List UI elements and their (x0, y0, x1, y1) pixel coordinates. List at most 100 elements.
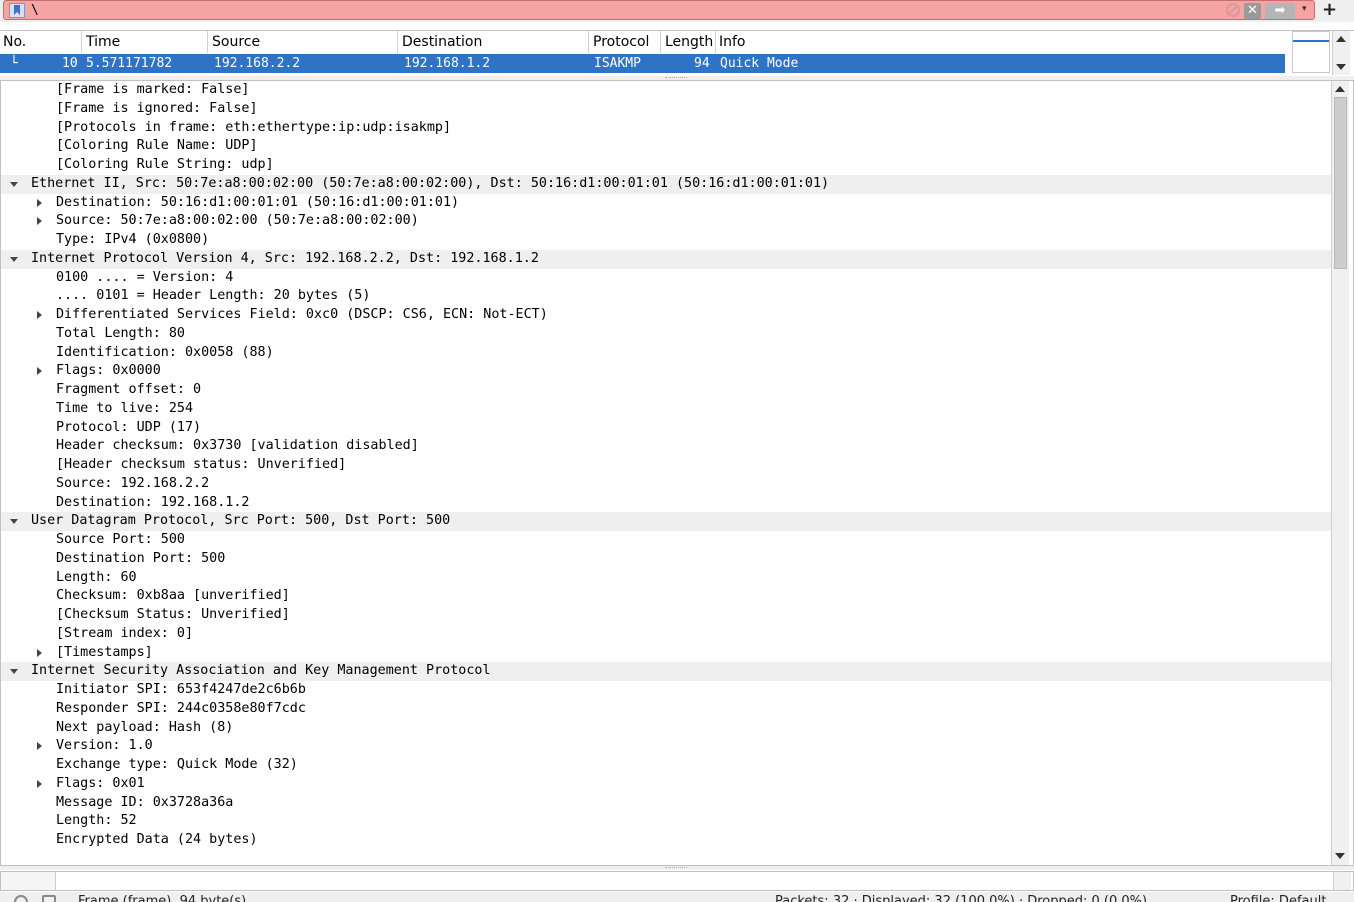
tree-protocol-header[interactable]: User Datagram Protocol, Src Port: 500, D… (1, 512, 1331, 531)
collapsed-arrow-icon[interactable] (34, 362, 44, 381)
collapsed-arrow-icon[interactable] (34, 306, 44, 325)
filter-history-dropdown-icon[interactable]: ▾ (1302, 4, 1307, 14)
scroll-up-icon[interactable] (1335, 86, 1345, 92)
status-profile[interactable]: Profile: Default (1230, 894, 1326, 902)
tree-field-row[interactable]: Version: 1.0 (1, 737, 1331, 756)
tree-field-row[interactable]: Identification: 0x0058 (88) (1, 344, 1331, 363)
collapsed-arrow-icon[interactable] (34, 775, 44, 794)
tree-field-row[interactable]: Source: 192.168.2.2 (1, 475, 1331, 494)
tree-row-text: Length: 60 (56, 569, 137, 585)
filter-bookmark-icon[interactable] (9, 3, 25, 18)
tree-row-text: Source Port: 500 (56, 532, 185, 547)
tree-field-row[interactable]: Source: 50:7e:a8:00:02:00 (50:7e:a8:00:0… (1, 212, 1331, 231)
tree-protocol-header[interactable]: Ethernet II, Src: 50:7e:a8:00:02:00 (50:… (1, 174, 1331, 194)
tree-field-row[interactable]: Destination Port: 500 (1, 550, 1331, 569)
details-scroll-thumb[interactable] (1334, 97, 1347, 269)
tree-field-row[interactable]: Differentiated Services Field: 0xc0 (DSC… (1, 306, 1331, 325)
tree-field-row[interactable]: [Stream index: 0] (1, 625, 1331, 644)
bytes-scrollbar[interactable] (1333, 872, 1351, 890)
column-header-info[interactable]: Info (716, 31, 1290, 53)
tree-field-row[interactable]: [Frame is marked: False] (1, 81, 1331, 100)
pane-splitter-bottom[interactable] (0, 866, 1354, 870)
tree-row-text: [Checksum Status: Unverified] (56, 607, 290, 622)
collapsed-arrow-icon[interactable] (34, 737, 44, 756)
tree-field-row[interactable]: [Frame is ignored: False] (1, 100, 1331, 119)
collapsed-arrow-icon[interactable] (34, 644, 44, 663)
packet-list-header: No. Time Source Destination Protocol Len… (0, 31, 1290, 53)
tree-field-row[interactable]: Protocol: UDP (17) (1, 419, 1331, 438)
tree-row-text: Internet Protocol Version 4, Src: 192.16… (31, 250, 539, 266)
tree-field-row[interactable]: Encrypted Data (24 bytes) (1, 831, 1331, 850)
tree-field-row[interactable]: [Coloring Rule String: udp] (1, 156, 1331, 175)
details-scrollbar[interactable] (1331, 81, 1349, 865)
tree-field-row[interactable]: Next payload: Hash (8) (1, 719, 1331, 738)
tree-field-row[interactable]: Length: 52 (1, 812, 1331, 831)
column-header-protocol[interactable]: Protocol (590, 31, 661, 53)
tree-row-text: Next payload: Hash (8) (56, 719, 234, 735)
bytes-tab[interactable] (1, 872, 56, 890)
tree-field-row[interactable]: [Checksum Status: Unverified] (1, 606, 1331, 625)
tree-row-text: [Timestamps] (56, 644, 153, 660)
tree-field-row[interactable]: Source Port: 500 (1, 531, 1331, 550)
tree-field-row[interactable]: Exchange type: Quick Mode (32) (1, 756, 1331, 775)
clear-filter-button[interactable]: ✕ (1244, 3, 1261, 19)
add-filter-button[interactable]: + (1322, 0, 1337, 20)
tree-field-row[interactable]: Header checksum: 0x3730 [validation disa… (1, 437, 1331, 456)
column-header-no[interactable]: No. (0, 31, 82, 53)
column-header-destination[interactable]: Destination (399, 31, 589, 53)
expanded-arrow-icon[interactable] (9, 662, 19, 681)
tree-field-row[interactable]: Type: IPv4 (0x0800) (1, 231, 1331, 250)
tree-protocol-header[interactable]: Internet Protocol Version 4, Src: 192.16… (1, 249, 1331, 269)
tree-field-row[interactable]: Flags: 0x0000 (1, 362, 1331, 381)
tree-field-row[interactable]: Initiator SPI: 653f4247de2c6b6b (1, 681, 1331, 700)
tree-field-row[interactable]: Length: 60 (1, 569, 1331, 588)
tree-row-text: [Coloring Rule String: udp] (56, 157, 274, 172)
tree-field-row[interactable]: Checksum: 0xb8aa [unverified] (1, 587, 1331, 606)
tree-field-row[interactable]: [Timestamps] (1, 644, 1331, 663)
expert-info-icon[interactable] (14, 895, 28, 902)
tree-field-row[interactable]: Fragment offset: 0 (1, 381, 1331, 400)
tree-row-text: Flags: 0x01 (56, 775, 145, 791)
column-header-length[interactable]: Length (662, 31, 716, 53)
filter-text[interactable]: \ (31, 1, 39, 20)
tree-row-text: Length: 52 (56, 813, 137, 829)
tree-row-text: User Datagram Protocol, Src Port: 500, D… (31, 513, 451, 529)
filter-status-icon (1226, 3, 1240, 17)
tree-row-text: Version: 1.0 (56, 738, 153, 754)
collapsed-arrow-icon[interactable] (34, 194, 44, 213)
column-header-source[interactable]: Source (209, 31, 398, 53)
tree-field-row[interactable]: Destination: 192.168.1.2 (1, 494, 1331, 513)
collapsed-arrow-icon[interactable] (34, 212, 44, 231)
scroll-down-icon[interactable] (1336, 64, 1346, 70)
packet-list-minimap[interactable] (1292, 31, 1330, 73)
tree-row-text: [Protocols in frame: eth:ethertype:ip:ud… (56, 119, 452, 135)
packet-list: No. Time Source Destination Protocol Len… (0, 30, 1354, 78)
tree-row-text: Internet Security Association and Key Ma… (31, 663, 491, 679)
tree-field-row[interactable]: [Header checksum status: Unverified] (1, 456, 1331, 475)
status-frame-info: Frame (frame), 94 byte(s) (78, 894, 247, 902)
expanded-arrow-icon[interactable] (9, 250, 19, 269)
capture-comment-icon[interactable] (42, 895, 56, 902)
packet-list-scrollbar[interactable] (1332, 31, 1350, 75)
expanded-arrow-icon[interactable] (9, 175, 19, 194)
tree-field-row[interactable]: Flags: 0x01 (1, 775, 1331, 794)
tree-protocol-header[interactable]: Internet Security Association and Key Ma… (1, 662, 1331, 681)
tree-field-row[interactable]: Time to live: 254 (1, 400, 1331, 419)
apply-filter-button[interactable]: ➡ (1265, 3, 1295, 19)
expanded-arrow-icon[interactable] (9, 512, 19, 531)
tree-field-row[interactable]: Responder SPI: 244c0358e80f7cdc (1, 700, 1331, 719)
scroll-up-icon[interactable] (1336, 36, 1346, 42)
tree-field-row[interactable]: 0100 .... = Version: 4 (1, 269, 1331, 288)
tree-field-row[interactable]: .... 0101 = Header Length: 20 bytes (5) (1, 287, 1331, 306)
scroll-down-icon[interactable] (1335, 853, 1345, 859)
tree-field-row[interactable]: Message ID: 0x3728a36a (1, 794, 1331, 813)
packet-destination: 192.168.1.2 (404, 56, 491, 71)
tree-field-row[interactable]: Total Length: 80 (1, 325, 1331, 344)
tree-field-row[interactable]: Destination: 50:16:d1:00:01:01 (50:16:d1… (1, 194, 1331, 213)
display-filter-input[interactable]: \ ✕ ➡ ▾ (3, 0, 1315, 20)
tree-row-text: Message ID: 0x3728a36a (56, 794, 234, 810)
tree-field-row[interactable]: [Coloring Rule Name: UDP] (1, 137, 1331, 156)
tree-field-row[interactable]: [Protocols in frame: eth:ethertype:ip:ud… (1, 119, 1331, 138)
packet-row-selected[interactable]: └ 10 5.571171782 192.168.2.2 192.168.1.2… (0, 54, 1285, 73)
column-header-time[interactable]: Time (83, 31, 208, 53)
